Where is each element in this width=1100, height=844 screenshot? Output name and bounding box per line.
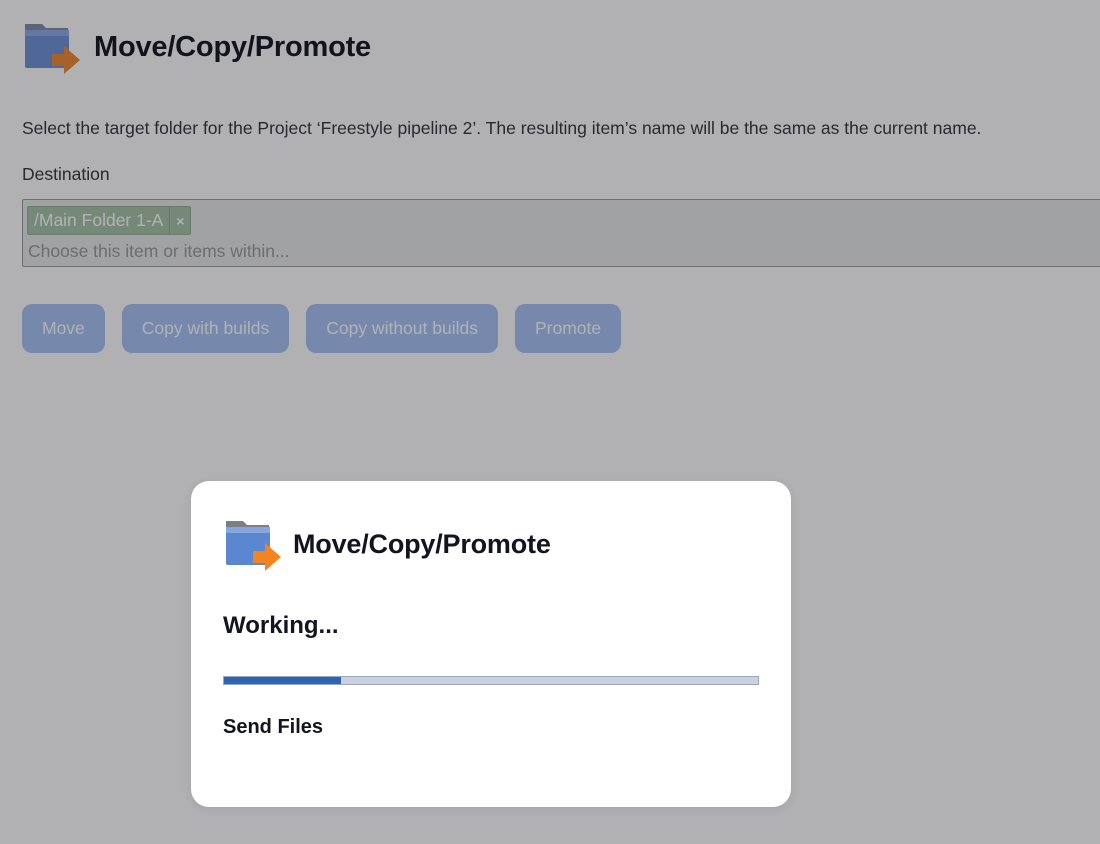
progress-bar-fill bbox=[224, 677, 342, 684]
progress-bar bbox=[223, 676, 759, 685]
dialog-title: Move/Copy/Promote bbox=[293, 528, 551, 559]
status-text: Working... bbox=[223, 612, 339, 639]
folder-move-icon bbox=[223, 513, 285, 575]
current-step-label: Send Files bbox=[223, 716, 324, 738]
progress-dialog: Move/Copy/Promote Working... Send Files bbox=[191, 481, 791, 807]
dialog-header: Move/Copy/Promote bbox=[223, 513, 551, 575]
